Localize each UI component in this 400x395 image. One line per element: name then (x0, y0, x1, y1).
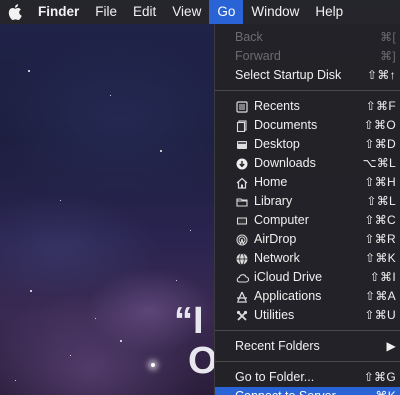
airdrop-icon (235, 233, 249, 247)
shortcut: ⇧⌘I (369, 270, 396, 284)
apple-menu-button[interactable] (0, 0, 30, 24)
menu-file[interactable]: File (87, 0, 125, 24)
go-menu-dropdown: Back ⌘[ Forward ⌘] Select Startup Disk ⇧… (214, 24, 400, 395)
shortcut: ⇧⌘↑ (367, 68, 396, 82)
star (30, 290, 32, 292)
menu-separator (215, 90, 400, 91)
computer-icon (235, 214, 249, 228)
recents-icon (235, 100, 249, 114)
shortcut: ⇧⌘L (366, 194, 396, 208)
submenu-arrow-icon: ▶ (386, 339, 396, 353)
menu-item-library[interactable]: Library ⇧⌘L (215, 192, 400, 211)
documents-icon (235, 119, 249, 133)
shortcut: ⇧⌘A (365, 289, 396, 303)
menu-item-label: Documents (254, 118, 318, 132)
menu-item-back[interactable]: Back ⌘[ (215, 28, 400, 47)
bright-star (151, 363, 155, 367)
shortcut: ⇧⌘O (363, 118, 396, 132)
network-icon (235, 252, 249, 266)
menu-item-label: Recents (254, 99, 300, 113)
shortcut: ⌘] (380, 49, 396, 63)
menu-item-label: Connect to Server... (235, 387, 375, 395)
menu-item-icloud-drive[interactable]: iCloud Drive ⇧⌘I (215, 268, 400, 287)
menu-item-label: Library (254, 194, 293, 208)
menu-separator (215, 330, 400, 331)
menu-item-connect-to-server[interactable]: Connect to Server... ⌘K (215, 387, 400, 395)
star (120, 340, 122, 342)
menu-item-label: Back (235, 30, 263, 44)
menu-item-label: Downloads (254, 156, 316, 170)
menu-item-documents[interactable]: Documents ⇧⌘O (215, 116, 400, 135)
menu-view[interactable]: View (164, 0, 209, 24)
menu-item-label: Home (254, 175, 288, 189)
star (190, 230, 191, 231)
shortcut: ⇧⌘R (364, 232, 396, 246)
applications-icon (235, 290, 249, 304)
wallpaper-text-line1: “I (174, 300, 204, 342)
menu-edit[interactable]: Edit (125, 0, 164, 24)
menu-item-label: Utilities (254, 308, 295, 322)
menu-item-utilities[interactable]: Utilities ⇧⌘U (215, 306, 400, 325)
menu-item-label: Desktop (254, 137, 300, 151)
desktop-wallpaper: “I O Finder File Edit View Go Window Hel… (0, 0, 400, 395)
menu-item-label: Network (254, 251, 300, 265)
star (110, 95, 111, 96)
menu-item-go-to-folder[interactable]: Go to Folder... ⇧⌘G (215, 368, 400, 387)
shortcut: ⇧⌘C (364, 213, 396, 227)
menu-help[interactable]: Help (307, 0, 351, 24)
menu-item-label: Select Startup Disk (235, 68, 342, 82)
star (15, 380, 16, 381)
menu-item-computer[interactable]: Computer ⇧⌘C (215, 211, 400, 230)
star (160, 150, 162, 152)
menu-item-forward[interactable]: Forward ⌘] (215, 47, 400, 66)
downloads-icon (235, 157, 249, 171)
menu-item-airdrop[interactable]: AirDrop ⇧⌘R (215, 230, 400, 249)
menu-go[interactable]: Go (209, 0, 244, 24)
star (176, 280, 177, 281)
library-folder-icon (235, 195, 249, 209)
menu-item-applications[interactable]: Applications ⇧⌘A (215, 287, 400, 306)
menu-bar: Finder File Edit View Go Window Help (0, 0, 400, 24)
desktop-icon (235, 138, 249, 152)
menu-item-label: Computer (254, 213, 309, 227)
menu-item-label: Recent Folders (235, 339, 320, 353)
shortcut: ⇧⌘U (364, 308, 396, 322)
menu-item-label: Applications (254, 289, 322, 303)
shortcut: ⌥⌘L (362, 156, 396, 170)
menu-item-select-startup-disk[interactable]: Select Startup Disk ⇧⌘↑ (215, 66, 400, 85)
menu-item-recents[interactable]: Recents ⇧⌘F (215, 97, 400, 116)
apple-logo-icon (8, 4, 22, 20)
shortcut: ⇧⌘F (365, 99, 396, 113)
shortcut: ⌘[ (380, 30, 396, 44)
menu-item-label: iCloud Drive (254, 270, 323, 284)
star (95, 318, 96, 319)
shortcut: ⇧⌘G (363, 370, 396, 384)
menu-item-network[interactable]: Network ⇧⌘K (215, 249, 400, 268)
shortcut: ⇧⌘K (365, 251, 396, 265)
menu-item-label: Go to Folder... (235, 370, 315, 384)
menu-item-desktop[interactable]: Desktop ⇧⌘D (215, 135, 400, 154)
shortcut: ⇧⌘D (364, 137, 396, 151)
star (28, 70, 30, 72)
menu-separator (215, 361, 400, 362)
menu-item-recent-folders[interactable]: Recent Folders ▶ (215, 337, 400, 356)
menu-item-home[interactable]: Home ⇧⌘H (215, 173, 400, 192)
shortcut: ⇧⌘H (364, 175, 396, 189)
home-icon (235, 176, 249, 190)
menu-window[interactable]: Window (243, 0, 307, 24)
shortcut: ⌘K (375, 387, 396, 395)
star (70, 355, 71, 356)
utilities-icon (235, 309, 249, 323)
icloud-icon (235, 271, 249, 285)
menu-item-downloads[interactable]: Downloads ⌥⌘L (215, 154, 400, 173)
menu-item-label: AirDrop (254, 232, 297, 246)
menu-item-label: Forward (235, 49, 281, 63)
star (60, 200, 61, 201)
menu-finder[interactable]: Finder (30, 0, 87, 24)
